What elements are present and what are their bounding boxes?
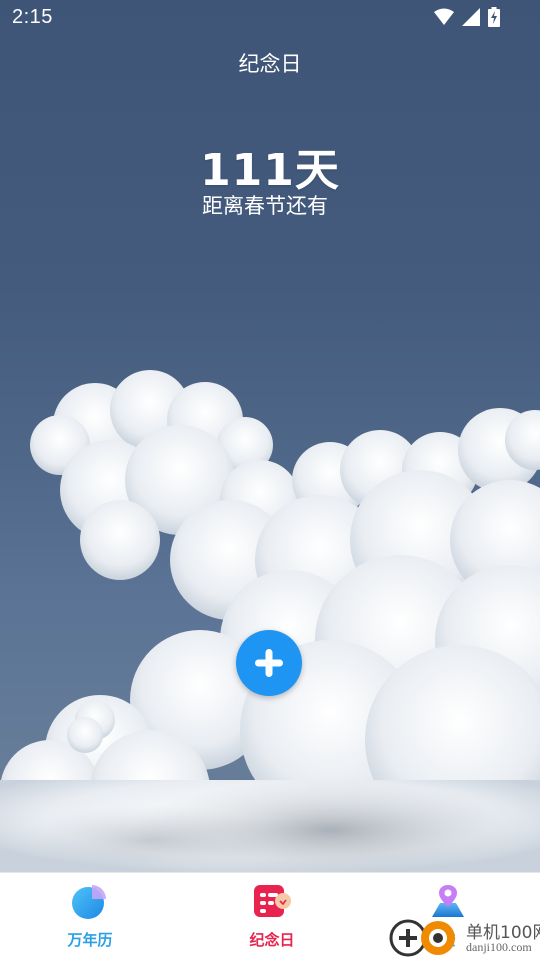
countdown-caption: 距离春节还有 <box>202 194 328 218</box>
anniversary-icon <box>254 885 291 917</box>
cloud-background <box>0 370 540 875</box>
countdown-days: 111天 <box>200 145 340 196</box>
signal-icon <box>462 8 480 30</box>
calendar-pie-icon <box>72 885 106 919</box>
app-screen: 2:15 纪念日 111天 距离春节还有 万年历 纪念日 单机100 danji… <box>0 0 540 960</box>
page-title: 纪念日 <box>238 52 302 76</box>
nav-label-anniversary: 纪念日 <box>249 931 295 949</box>
nav-item-anniversary[interactable]: 纪念日 <box>182 873 362 960</box>
add-anniversary-button[interactable] <box>236 630 302 696</box>
site-watermark: 单机100网 danji100.com <box>388 914 540 960</box>
status-time: 2:15 <box>12 6 53 28</box>
battery-charging-icon <box>488 7 500 31</box>
plus-icon <box>255 649 283 677</box>
watermark-logo-icon <box>389 919 455 957</box>
wifi-icon <box>434 8 454 30</box>
nav-item-calendar[interactable]: 万年历 <box>0 873 180 960</box>
watermark-url: danji100.com <box>466 940 532 954</box>
nav-label-calendar: 万年历 <box>67 931 113 949</box>
status-bar: 2:15 <box>0 0 540 36</box>
